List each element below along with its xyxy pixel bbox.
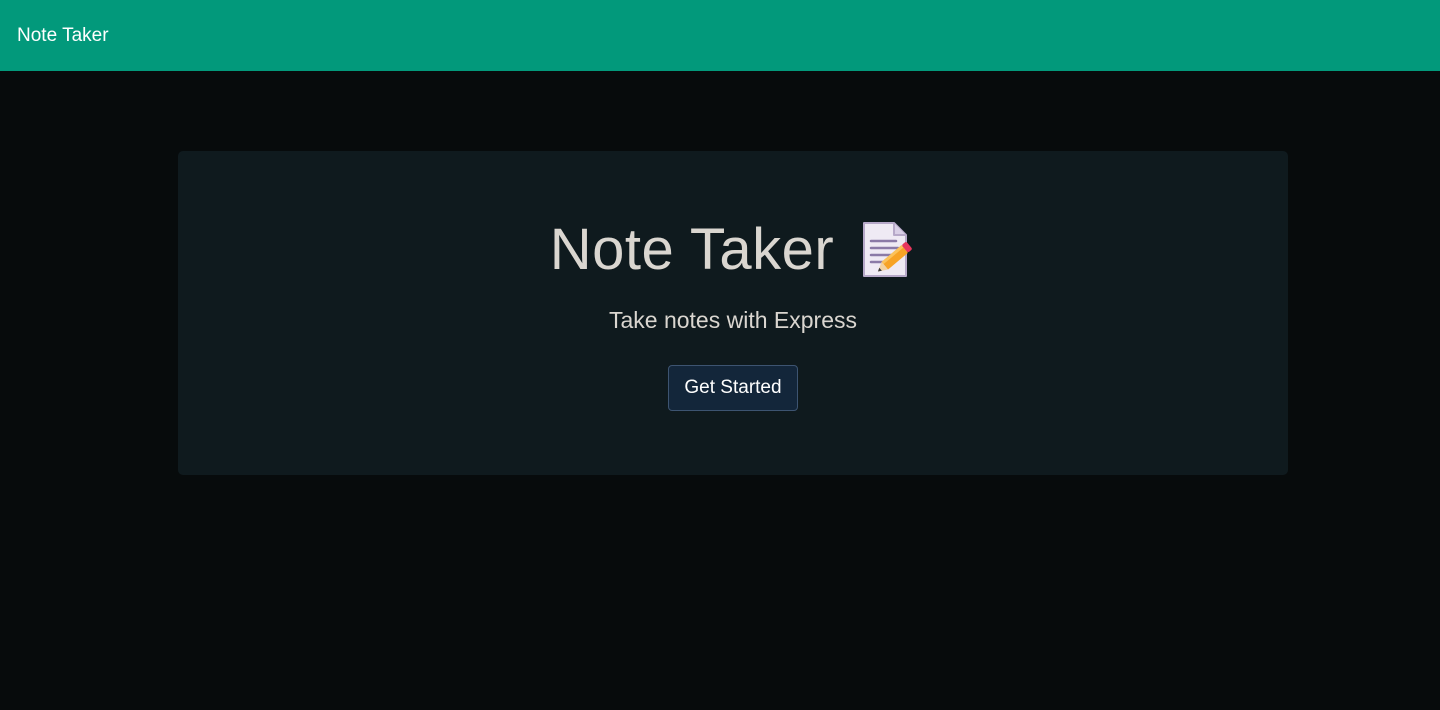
navbar: Note Taker bbox=[0, 0, 1440, 71]
navbar-brand-link[interactable]: Note Taker bbox=[17, 25, 109, 47]
memo-icon bbox=[860, 220, 916, 280]
hero-subtitle: Take notes with Express bbox=[608, 307, 857, 333]
get-started-button[interactable]: Get Started bbox=[668, 365, 798, 411]
hero-card: Note Taker Take notes with Express Get S… bbox=[178, 151, 1288, 475]
hero-title-row: Note Taker bbox=[178, 217, 1288, 283]
page-title: Note Taker bbox=[549, 217, 835, 282]
